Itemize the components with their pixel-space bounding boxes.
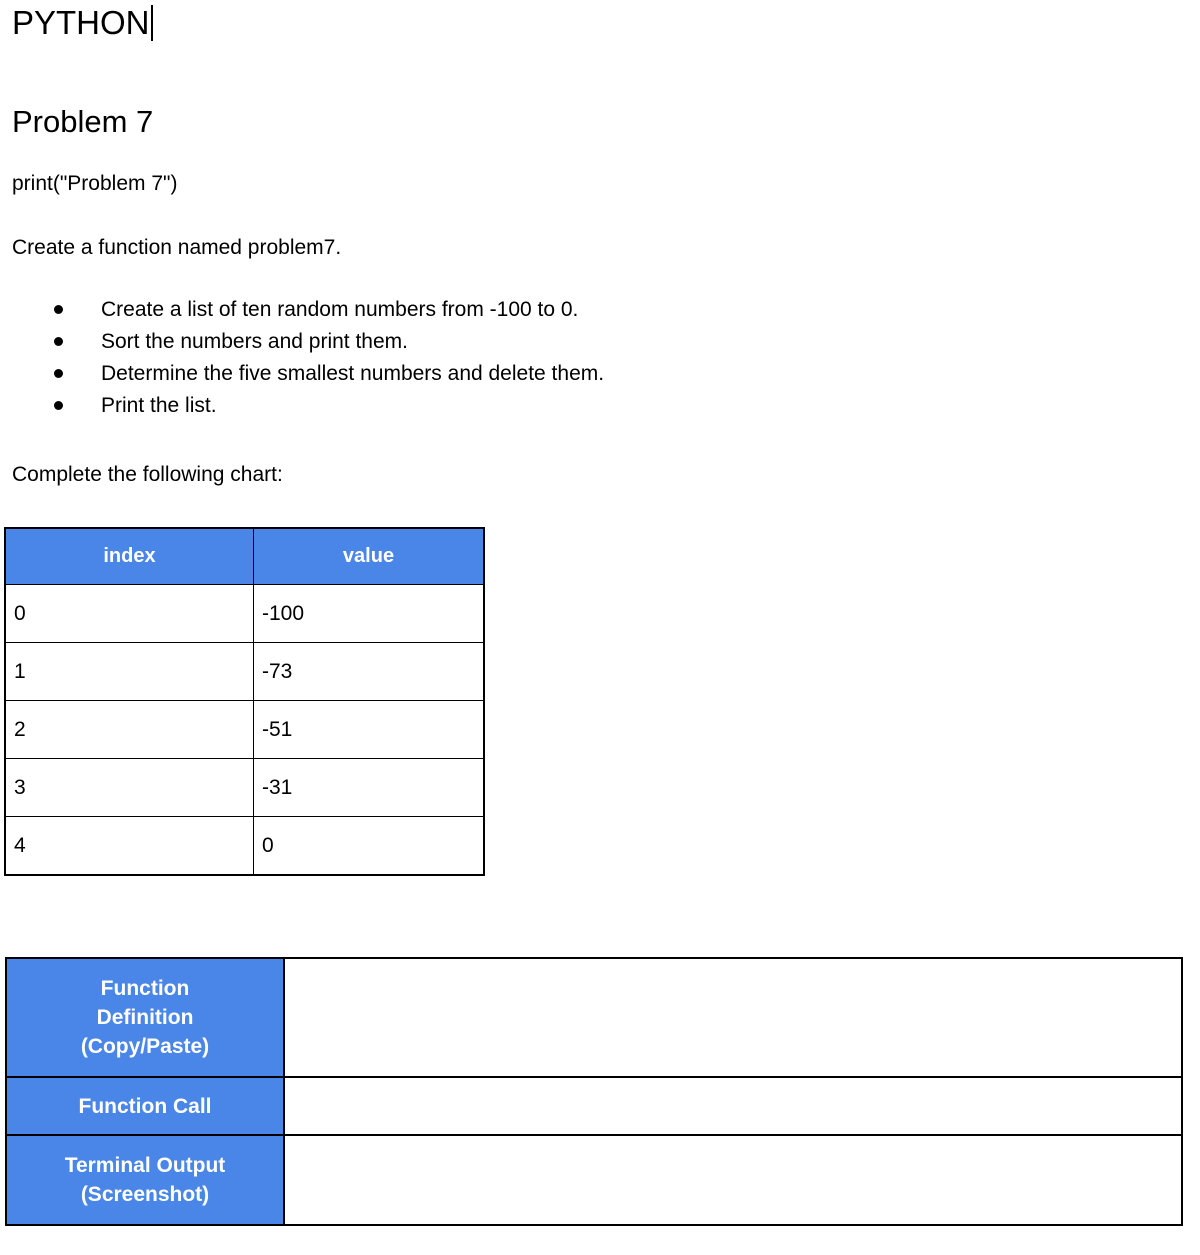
list-item-label: Sort the numbers and print them.	[101, 330, 408, 353]
column-header-index: index	[5, 528, 254, 585]
label-function-definition: Function Definition (Copy/Paste)	[5, 957, 285, 1078]
list-item: Print the list.	[0, 390, 900, 422]
cell-index: 4	[5, 816, 254, 875]
label-line: (Copy/Paste)	[80, 1035, 210, 1058]
table-row: Function Definition (Copy/Paste)	[5, 957, 1183, 1078]
label-line: Terminal Output	[64, 1154, 226, 1177]
print-statement: print("Problem 7")	[12, 172, 178, 195]
list-item: Create a list of ten random numbers from…	[0, 294, 900, 326]
list-item-label: Determine the five smallest numbers and …	[101, 362, 605, 385]
text-caret	[150, 5, 153, 41]
table-row: 4 0	[5, 816, 484, 875]
answer-cell-terminal-output[interactable]	[283, 1134, 1183, 1226]
list-item: Determine the five smallest numbers and …	[0, 358, 900, 390]
table-header-row: index value	[5, 528, 484, 585]
cell-value: -31	[253, 758, 484, 817]
bullet-icon	[54, 305, 63, 314]
label-function-call: Function Call	[5, 1076, 285, 1136]
instruction-text: Create a function named problem7.	[12, 236, 342, 259]
chart-prompt: Complete the following chart:	[12, 463, 283, 486]
label-line: Function Call	[78, 1094, 212, 1118]
cell-value: 0	[253, 816, 484, 875]
cell-index: 1	[5, 642, 254, 701]
bullet-icon	[54, 401, 63, 410]
page-title: Problem 7	[12, 104, 154, 139]
bullet-icon	[54, 337, 63, 346]
table-row: 1 -73	[5, 642, 484, 701]
table-row: Terminal Output (Screenshot)	[5, 1134, 1183, 1226]
table-row: 0 -100	[5, 584, 484, 643]
label-line: Function	[100, 977, 190, 1000]
cell-index: 0	[5, 584, 254, 643]
cell-value: -51	[253, 700, 484, 759]
label-terminal-output: Terminal Output (Screenshot)	[5, 1134, 285, 1226]
column-header-value: value	[253, 528, 484, 585]
list-item: Sort the numbers and print them.	[0, 326, 900, 358]
cell-index: 3	[5, 758, 254, 817]
list-item-label: Create a list of ten random numbers from…	[101, 298, 579, 321]
table-row: 2 -51	[5, 700, 484, 759]
cell-value: -100	[253, 584, 484, 643]
deliverables-table: Function Definition (Copy/Paste) Functio…	[5, 957, 1183, 1226]
answer-cell-function-call[interactable]	[283, 1076, 1183, 1136]
cell-value: -73	[253, 642, 484, 701]
document-page: PYTHON Problem 7 print("Problem 7") Crea…	[0, 0, 1200, 1255]
cell-index: 2	[5, 700, 254, 759]
index-value-table: index value 0 -100 1 -73 2 -51 3 -31 4 0	[4, 527, 485, 876]
task-list: Create a list of ten random numbers from…	[0, 294, 900, 422]
answer-cell-function-definition[interactable]	[283, 957, 1183, 1078]
document-title: PYTHON	[12, 4, 150, 41]
label-line: Definition	[96, 1006, 194, 1029]
table-row: Function Call	[5, 1076, 1183, 1136]
label-line: (Screenshot)	[80, 1183, 210, 1206]
list-item-label: Print the list.	[101, 394, 217, 417]
document-title-line[interactable]: PYTHON	[12, 2, 153, 44]
table-row: 3 -31	[5, 758, 484, 817]
bullet-icon	[54, 369, 63, 378]
